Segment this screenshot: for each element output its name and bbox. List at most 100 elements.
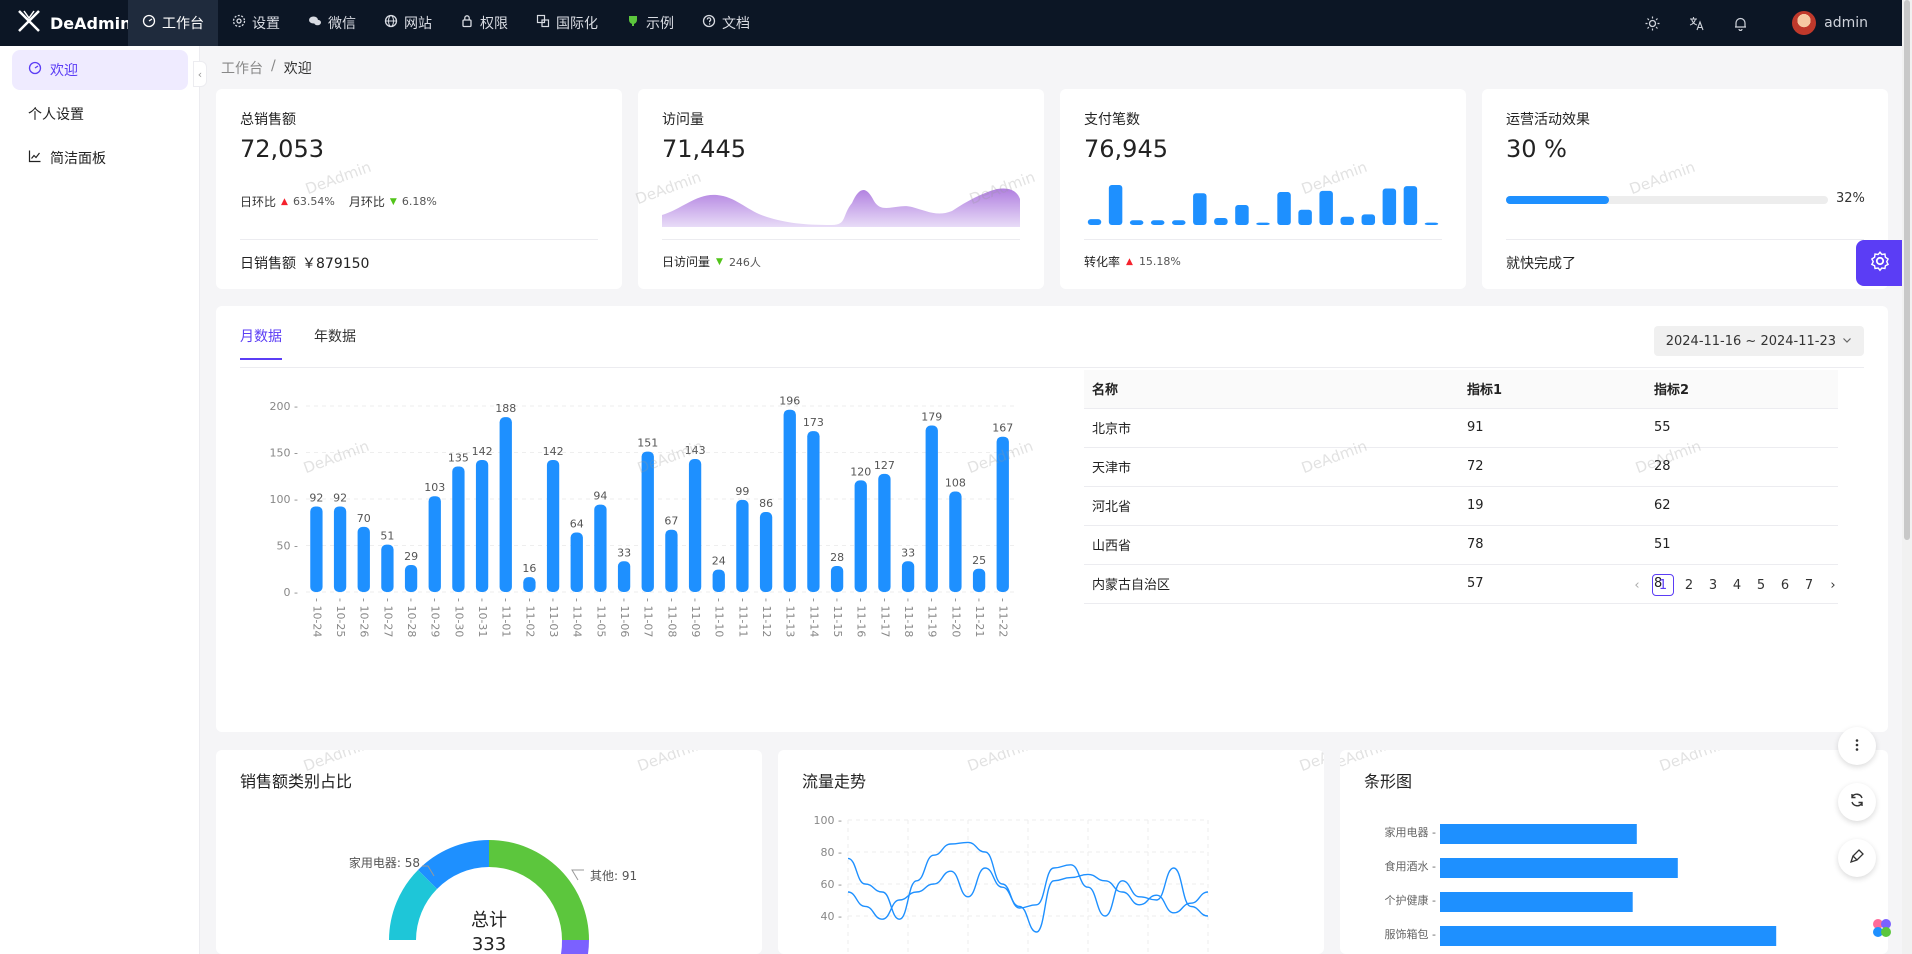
page-button[interactable]: 5 <box>1752 574 1770 596</box>
mini-bar <box>1235 205 1249 225</box>
stat-title: 总销售额 <box>240 112 296 128</box>
tab-yearly[interactable]: 年数据 <box>314 326 356 360</box>
table-cell: 78 <box>1459 525 1646 565</box>
table-cell: 57 <box>1459 564 1646 604</box>
divider <box>1084 239 1442 240</box>
hbar <box>1440 858 1678 878</box>
sidebar-item-simple-panel[interactable]: 简洁面板 <box>12 138 188 178</box>
table-row: 北京市 91 55 <box>1084 408 1838 448</box>
y-category-label: 食用酒水 - <box>1385 859 1436 873</box>
chevron-down-icon <box>1842 334 1852 349</box>
stat-foot: 日访问量 ▼ 246人 <box>662 253 761 270</box>
settings-drawer-button[interactable] <box>1856 240 1904 286</box>
hbar <box>1440 926 1777 946</box>
scrollbar-thumb[interactable] <box>1904 0 1910 540</box>
y-tick-label: 150 - <box>270 447 298 460</box>
breadcrumb-parent[interactable]: 工作台 <box>221 58 263 78</box>
bar-value-label: 64 <box>570 517 584 530</box>
table-cell: 内蒙古自治区 <box>1084 564 1459 604</box>
stat-compare: 日环比 ▲ 63.54% 月环比 ▼ 6.18% <box>240 193 437 210</box>
x-tick-label: - 11-13 <box>784 598 797 637</box>
bell-icon[interactable] <box>1732 15 1748 31</box>
page-button[interactable]: 2 <box>1680 574 1698 596</box>
page-button[interactable]: 4 <box>1728 574 1746 596</box>
sales-donut-chart: 其他: 91 家用电器: 58 总计 333 <box>349 840 637 954</box>
prev-page-button[interactable]: ‹ <box>1628 574 1646 596</box>
more-options-button[interactable] <box>1838 727 1876 765</box>
translate-icon[interactable] <box>1688 15 1704 31</box>
next-page-button[interactable]: › <box>1824 574 1842 596</box>
page-button[interactable]: 1 <box>1652 574 1674 596</box>
page-button[interactable]: 7 <box>1800 574 1818 596</box>
refresh-button[interactable] <box>1838 783 1876 821</box>
divider <box>240 239 598 240</box>
bar <box>594 504 607 592</box>
sidebar-item-label: 个人设置 <box>28 107 84 123</box>
page-button[interactable]: 6 <box>1776 574 1794 596</box>
progress-bar <box>1506 196 1828 204</box>
bar-value-label: 33 <box>901 546 915 559</box>
bar-value-label: 151 <box>637 437 658 450</box>
bar <box>333 506 347 592</box>
day-compare-label: 日环比 <box>240 195 277 209</box>
sidebar-item-welcome[interactable]: 欢迎 <box>12 50 188 90</box>
brand-flower-icon[interactable] <box>1870 916 1894 940</box>
mini-bar <box>1403 186 1418 225</box>
bar-value-label: 67 <box>664 515 678 528</box>
menu-item-website[interactable]: 网站 <box>370 0 446 46</box>
clear-cache-button[interactable] <box>1838 839 1876 877</box>
table-cell: 91 <box>1459 408 1646 448</box>
header-actions: admin <box>1644 0 1902 46</box>
mini-bar <box>1129 220 1144 225</box>
menu-item-examples[interactable]: 示例 <box>612 0 688 46</box>
x-tick-label: - 10-26 <box>358 598 371 637</box>
page-scrollbar[interactable] <box>1902 0 1912 954</box>
table-header-row: 名称 指标1 指标2 <box>1084 370 1838 409</box>
stat-card-payments: 支付笔数 76,945 转化率 ▲ 15.18% DeAdmin <box>1060 89 1466 289</box>
sidebar-collapse-button[interactable]: ‹ <box>193 61 207 87</box>
bar <box>641 451 654 592</box>
stat-foot: 转化率 ▲ 15.18% <box>1084 253 1181 270</box>
bar-value-label: 29 <box>404 550 418 563</box>
bar-value-label: 142 <box>543 445 564 458</box>
tab-monthly[interactable]: 月数据 <box>240 326 282 360</box>
brand[interactable]: DeAdmin <box>0 0 132 46</box>
bar-value-label: 179 <box>921 411 942 424</box>
y-tick-label: 40 - <box>821 910 842 923</box>
mini-bar <box>1382 188 1397 225</box>
y-tick-label: 0 - <box>284 586 298 599</box>
menu-item-workbench[interactable]: 工作台 <box>128 0 218 46</box>
menu-item-settings[interactable]: 设置 <box>218 0 294 46</box>
page-button[interactable]: 3 <box>1704 574 1722 596</box>
column-header-metric2[interactable]: 指标2 <box>1646 370 1838 409</box>
username: admin <box>1824 15 1868 31</box>
column-header-metric1[interactable]: 指标1 <box>1459 370 1646 409</box>
bar <box>807 431 820 592</box>
sidebar-item-profile-settings[interactable]: 个人设置 <box>12 94 188 134</box>
lock-icon <box>460 14 474 32</box>
x-tick-label: - 11-04 <box>571 598 584 637</box>
progress-fill <box>1506 196 1610 204</box>
menu-item-permission[interactable]: 权限 <box>446 0 522 46</box>
menu-item-docs[interactable]: 文档 <box>688 0 764 46</box>
menu-item-label: 微信 <box>328 16 356 32</box>
bar <box>381 544 394 592</box>
x-tick-label: - 10-25 <box>334 598 347 637</box>
x-tick-label: - 11-10 <box>713 598 726 637</box>
menu-item-label: 国际化 <box>556 16 598 32</box>
mini-bar <box>1256 222 1270 225</box>
bar <box>452 466 465 592</box>
menu-item-i18n[interactable]: 国际化 <box>522 0 612 46</box>
column-header-name[interactable]: 名称 <box>1084 370 1459 409</box>
date-range-picker[interactable]: 2024-11-16 ~ 2024-11-23 <box>1653 326 1864 356</box>
top-navbar: DeAdmin 工作台 设置 微信 网站 权限 国际化 示例 文档 admin <box>0 0 1902 46</box>
bar <box>736 499 749 592</box>
user-menu[interactable]: admin <box>1792 11 1868 35</box>
sun-icon[interactable] <box>1644 15 1660 31</box>
bar <box>830 565 844 592</box>
bar-value-label: 99 <box>735 485 749 498</box>
menu-item-wechat[interactable]: 微信 <box>294 0 370 46</box>
table-row: 天津市 72 28 <box>1084 447 1838 487</box>
stat-value: 76,945 <box>1084 135 1168 163</box>
gear-icon <box>1869 250 1891 276</box>
